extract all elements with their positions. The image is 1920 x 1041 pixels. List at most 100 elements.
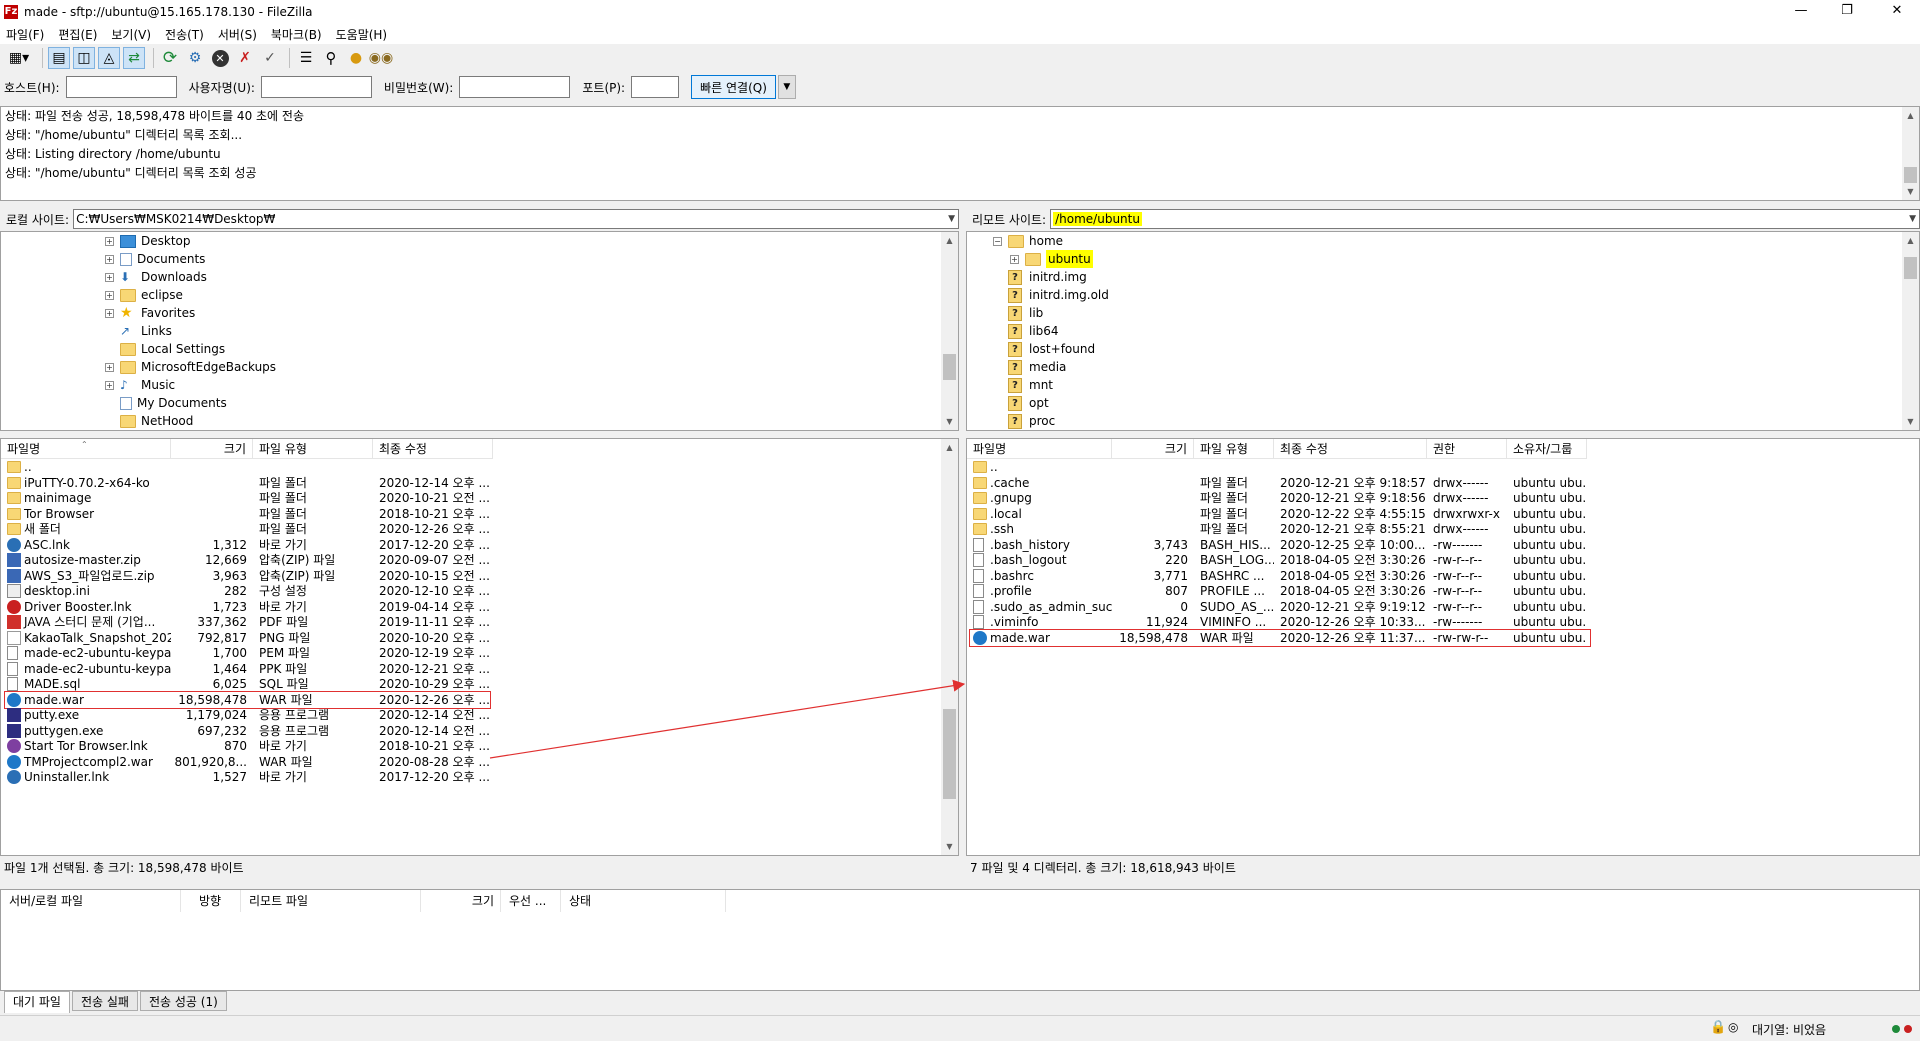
- transfer-queue[interactable]: 서버/로컬 파일 방향 리모트 파일 크기 우선 ... 상태: [0, 889, 1920, 991]
- file-row[interactable]: iPuTTY-0.70.2-x64-ko 파일 폴더 2020-12-14 오후 .…: [1, 475, 493, 491]
- local-tree-item[interactable]: My Documents: [105, 394, 227, 412]
- file-row[interactable]: made-ec2-ubuntu-keypai... 1,464 PPK 파일 2020…: [1, 661, 493, 677]
- local-tree-item[interactable]: + MicrosoftEdgeBackups: [105, 358, 276, 376]
- file-row[interactable]: Start Tor Browser.lnk 870 바로 가기 2018-10-21 …: [1, 738, 493, 754]
- tab-failed-transfers[interactable]: 전송 실패: [71, 991, 138, 1011]
- remote-file-list[interactable]: 파일명 크기 파일 유형 최종 수정 권한 소유자/그룹 .. .cache 파일 …: [966, 438, 1920, 856]
- chevron-down-icon[interactable]: ▼: [948, 210, 955, 228]
- column-header-type[interactable]: 파일 유형: [253, 439, 373, 459]
- expand-icon[interactable]: +: [105, 362, 114, 372]
- toggle-queue-icon[interactable]: ⇄: [123, 47, 145, 69]
- local-tree-scrollbar[interactable]: ▲ ▼: [941, 232, 958, 430]
- disconnect-icon[interactable]: ✗: [234, 47, 256, 69]
- expand-icon[interactable]: +: [105, 380, 114, 390]
- log-scrollbar[interactable]: ▲ ▼: [1902, 107, 1919, 200]
- file-row[interactable]: .cache 파일 폴더 2020-12-21 오후 9:18:57 drwx----…: [967, 475, 1587, 491]
- binoculars-icon[interactable]: ◉◉: [369, 47, 393, 69]
- quickconnect-dropdown-icon[interactable]: ▼: [777, 75, 796, 99]
- remote-tree-scrollbar[interactable]: ▲ ▼: [1902, 232, 1919, 430]
- local-tree-item[interactable]: + Documents: [105, 250, 205, 268]
- file-row[interactable]: KakaoTalk_Snapshot_202... 792,817 PNG 파일 20…: [1, 630, 493, 646]
- remote-tree-item[interactable]: ? mnt: [993, 376, 1053, 394]
- file-row[interactable]: puttygen.exe 697,232 응용 프로그램 2020-12-14 오전 …: [1, 723, 493, 739]
- scroll-thumb[interactable]: [943, 354, 956, 380]
- remote-tree-item[interactable]: ? lib: [993, 304, 1043, 322]
- cancel-operation-icon[interactable]: ✕: [209, 47, 231, 69]
- file-row[interactable]: 새 폴더 파일 폴더 2020-12-26 오후 ...: [1, 521, 493, 537]
- column-header-size[interactable]: 크기: [1112, 439, 1194, 459]
- scroll-down-icon[interactable]: ▼: [941, 838, 958, 855]
- file-row[interactable]: AWS_S3_파일업로드.zip 3,963 압축(ZIP) 파일 2020-10-1…: [1, 568, 493, 584]
- expand-icon[interactable]: +: [105, 254, 114, 264]
- menu-server[interactable]: 서버(S): [218, 26, 257, 43]
- file-row[interactable]: .ssh 파일 폴더 2020-12-21 오후 8:55:21 drwx------…: [967, 521, 1587, 537]
- remote-tree-item[interactable]: ? initrd.img.old: [993, 286, 1109, 304]
- process-queue-icon[interactable]: ⚙: [184, 47, 206, 69]
- file-row[interactable]: Uninstaller.lnk 1,527 바로 가기 2017-12-20 오후 .…: [1, 769, 493, 785]
- tab-successful-transfers[interactable]: 전송 성공 (1): [139, 991, 227, 1011]
- expand-icon[interactable]: +: [1010, 254, 1019, 264]
- queue-header-status[interactable]: 상태: [561, 890, 726, 912]
- sync-browsing-icon[interactable]: ●: [345, 47, 367, 69]
- local-tree-item[interactable]: + eclipse: [105, 286, 183, 304]
- queue-header-remote-file[interactable]: 리모트 파일: [241, 890, 421, 912]
- local-file-list[interactable]: 파일명 ⌃ 크기 파일 유형 최종 수정 ▲ ▼ .. iPuTTY-0.70.2-…: [0, 438, 959, 856]
- port-input[interactable]: [631, 76, 680, 98]
- quickconnect-button[interactable]: 빠른 연결(Q): [691, 75, 776, 99]
- menu-edit[interactable]: 편집(E): [58, 26, 97, 43]
- column-header-name[interactable]: 파일명 ⌃: [1, 439, 171, 459]
- site-manager-icon[interactable]: ▦▾: [4, 47, 34, 69]
- reconnect-icon[interactable]: ✓: [259, 47, 281, 69]
- remote-tree-item[interactable]: + ubuntu: [1010, 250, 1093, 268]
- scroll-down-icon[interactable]: ▼: [1902, 183, 1919, 200]
- column-header-size[interactable]: 크기: [171, 439, 253, 459]
- expand-icon[interactable]: +: [105, 236, 114, 246]
- queue-header-direction[interactable]: 방향: [191, 890, 241, 912]
- menu-view[interactable]: 보기(V): [111, 26, 151, 43]
- remote-tree-item[interactable]: ? initrd.img: [993, 268, 1087, 286]
- file-row[interactable]: .gnupg 파일 폴더 2020-12-21 오후 9:18:56 drwx----…: [967, 490, 1587, 506]
- tab-queued-files[interactable]: 대기 파일: [4, 991, 70, 1013]
- file-row[interactable]: putty.exe 1,179,024 응용 프로그램 2020-12-14 오전 .…: [1, 707, 493, 723]
- scroll-down-icon[interactable]: ▼: [941, 413, 958, 430]
- collapse-icon[interactable]: −: [993, 236, 1002, 246]
- scroll-up-icon[interactable]: ▲: [941, 232, 958, 249]
- scroll-thumb[interactable]: [1904, 257, 1917, 279]
- file-row[interactable]: .local 파일 폴더 2020-12-22 오후 4:55:15 drwxrwxr…: [967, 506, 1587, 522]
- remote-tree-item[interactable]: ? lost+found: [993, 340, 1095, 358]
- maximize-button[interactable]: ❐: [1824, 0, 1870, 22]
- menu-help[interactable]: 도움말(H): [336, 26, 388, 43]
- menu-bookmarks[interactable]: 북마크(B): [271, 26, 322, 43]
- user-input[interactable]: [260, 76, 372, 98]
- toggle-log-icon[interactable]: ▤: [48, 47, 70, 69]
- scroll-thumb[interactable]: [943, 709, 956, 799]
- file-row[interactable]: JAVA 스터디 문제 (기업... 337,362 PDF 파일 2019-11-1…: [1, 614, 493, 630]
- toggle-remote-tree-icon[interactable]: ◬: [98, 47, 120, 69]
- host-input[interactable]: [65, 76, 177, 98]
- scroll-up-icon[interactable]: ▲: [1902, 232, 1919, 249]
- column-header-name[interactable]: 파일명: [967, 439, 1112, 459]
- chevron-down-icon[interactable]: ▼: [1909, 210, 1916, 228]
- local-tree-item[interactable]: + ★ Favorites: [105, 304, 195, 322]
- expand-icon[interactable]: +: [105, 290, 114, 300]
- remote-directory-tree[interactable]: ▲ ▼ − home + ubuntu? initrd.img? initrd.img.o…: [966, 231, 1920, 431]
- menu-file[interactable]: 파일(F): [6, 26, 44, 43]
- column-header-owner[interactable]: 소유자/그룹: [1507, 439, 1587, 459]
- refresh-icon[interactable]: ⟳: [159, 47, 181, 69]
- local-path-input[interactable]: C:₩Users₩MSK0214₩Desktop₩ ▼: [73, 209, 959, 229]
- queue-header-size[interactable]: 크기: [421, 890, 501, 912]
- remote-tree-item[interactable]: − home: [993, 232, 1063, 250]
- local-tree-item[interactable]: Local Settings: [105, 340, 225, 358]
- remote-tree-item[interactable]: ? media: [993, 358, 1066, 376]
- local-list-scrollbar[interactable]: ▲ ▼: [941, 439, 958, 855]
- file-row[interactable]: .bash_logout 220 BASH_LOG... 2018-04-05 오전 …: [967, 552, 1587, 568]
- scroll-up-icon[interactable]: ▲: [1902, 107, 1919, 124]
- file-row[interactable]: desktop.ini 282 구성 설정 2020-12-10 오후 ...: [1, 583, 493, 599]
- file-row[interactable]: made-ec2-ubuntu-keypai... 1,700 PEM 파일 2020…: [1, 645, 493, 661]
- file-row[interactable]: .sudo_as_admin_succ... 0 SUDO_AS_... 2020-1…: [967, 599, 1587, 615]
- toggle-local-tree-icon[interactable]: ◫: [73, 47, 95, 69]
- local-directory-tree[interactable]: ▲ ▼ + Desktop + Documents + ⬇ Downloads + eclips…: [0, 231, 959, 431]
- file-row[interactable]: .profile 807 PROFILE ... 2018-04-05 오전 3:30…: [967, 583, 1587, 599]
- message-log[interactable]: 상태: 파일 전송 성공, 18,598,478 바이트를 40 초에 전송 상…: [0, 106, 1920, 201]
- file-row[interactable]: TMProjectcompl2.war 801,920,8... WAR 파일 202…: [1, 754, 493, 770]
